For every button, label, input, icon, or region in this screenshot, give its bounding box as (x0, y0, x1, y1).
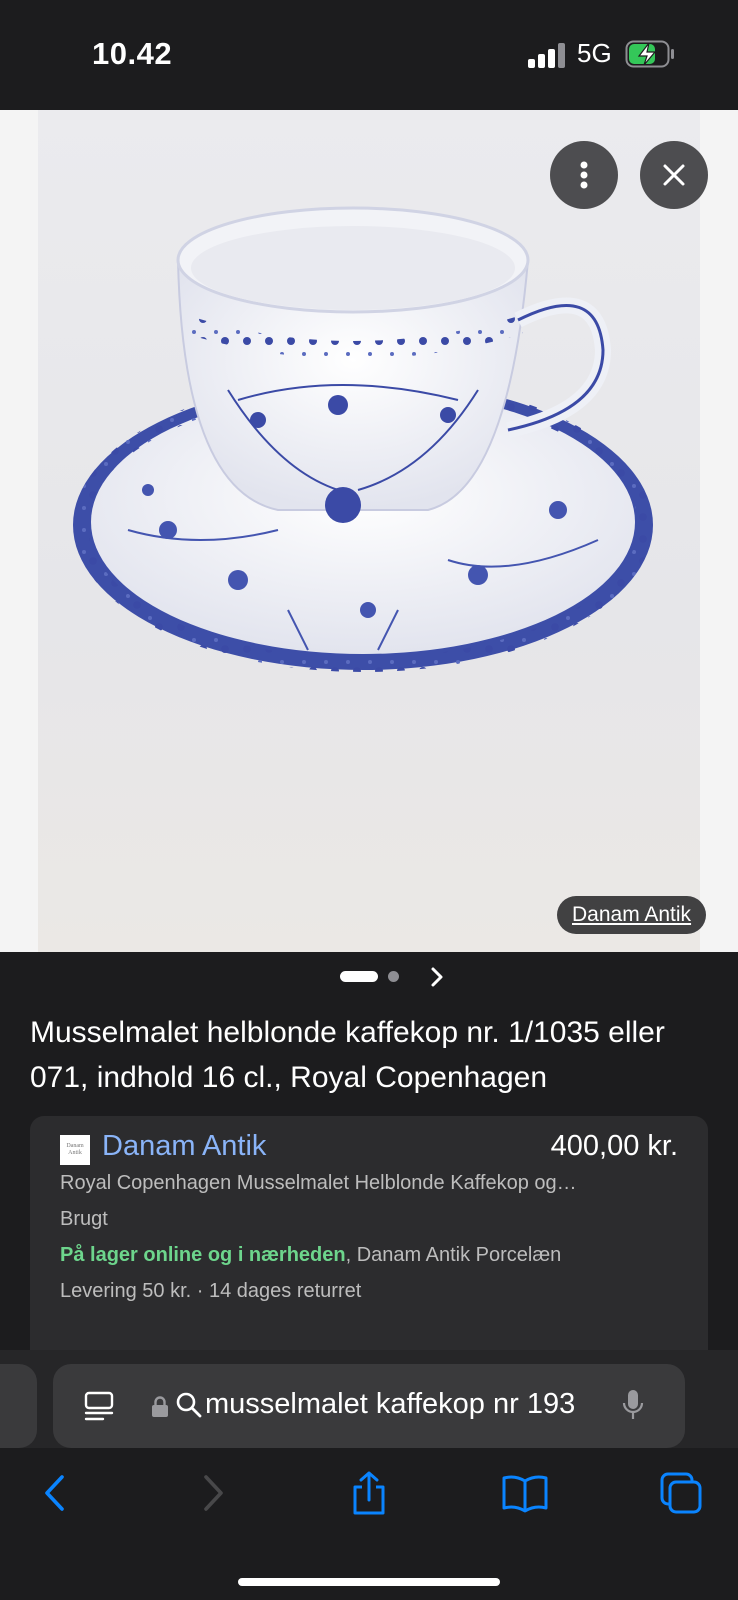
cellular-signal-icon (528, 42, 568, 68)
stock-location: , Danam Antik Porcelæn (345, 1244, 562, 1266)
merchant-name-link[interactable]: Danam Antik (102, 1130, 266, 1163)
image-source-link[interactable]: Danam Antik (557, 896, 707, 934)
chevron-right-icon[interactable] (428, 964, 446, 990)
forward-button[interactable] (188, 1468, 238, 1518)
stock-info: På lager online og i nærheden, Danam Ant… (60, 1244, 561, 1267)
address-bar-area: musselmalet kaffekop nr 193 (0, 1350, 738, 1448)
status-time: 10.42 (92, 36, 173, 71)
address-bar[interactable]: musselmalet kaffekop nr 193 (53, 1364, 685, 1448)
share-button[interactable] (344, 1468, 394, 1518)
previous-tab-peek[interactable] (0, 1364, 37, 1448)
image-viewer[interactable]: Danam Antik (0, 110, 738, 952)
page-menu-icon[interactable] (83, 1390, 115, 1422)
forward-icon (204, 1475, 223, 1511)
bookmarks-button[interactable] (500, 1468, 550, 1518)
product-photo[interactable] (38, 110, 700, 952)
microphone-icon[interactable] (621, 1388, 645, 1422)
teacup-illustration (73, 206, 653, 672)
delivery-info: Levering 50 kr. · 14 dages returret (60, 1280, 362, 1302)
pager-dot-active[interactable] (340, 971, 378, 982)
merchant-logo: Danam Antik (60, 1135, 90, 1165)
network-type: 5G (577, 38, 612, 68)
back-icon (45, 1475, 64, 1511)
close-icon (663, 164, 685, 186)
more-vertical-icon (580, 161, 588, 189)
browser-toolbar: musselmalet kaffekop nr 193 (0, 1350, 738, 1600)
search-icon (176, 1392, 202, 1418)
battery-charging-icon (625, 40, 674, 68)
carousel-pager (0, 962, 738, 992)
offer-description: Royal Copenhagen Musselmalet Helblonde K… (60, 1172, 577, 1194)
back-button[interactable] (30, 1468, 80, 1518)
status-bar: 10.42 5G (0, 0, 738, 110)
home-indicator[interactable] (238, 1578, 500, 1586)
share-icon (353, 1471, 385, 1515)
more-options-button[interactable] (550, 141, 618, 209)
product-title[interactable]: Musselmalet helblonde kaffekop nr. 1/103… (30, 1010, 720, 1100)
bookmarks-icon (502, 1475, 548, 1513)
tabs-icon (660, 1472, 702, 1514)
price: 400,00 kr. (550, 1130, 678, 1162)
search-query-text[interactable]: musselmalet kaffekop nr 193 (205, 1388, 589, 1421)
lock-icon (152, 1396, 168, 1417)
merchant-offer-card[interactable]: Danam Antik Danam Antik 400,00 kr. Royal… (30, 1116, 708, 1376)
close-button[interactable] (640, 141, 708, 209)
tabs-button[interactable] (656, 1468, 706, 1518)
item-condition: Brugt (60, 1208, 108, 1230)
pager-dot[interactable] (388, 971, 399, 982)
stock-status: På lager online og i nærheden (60, 1244, 346, 1266)
